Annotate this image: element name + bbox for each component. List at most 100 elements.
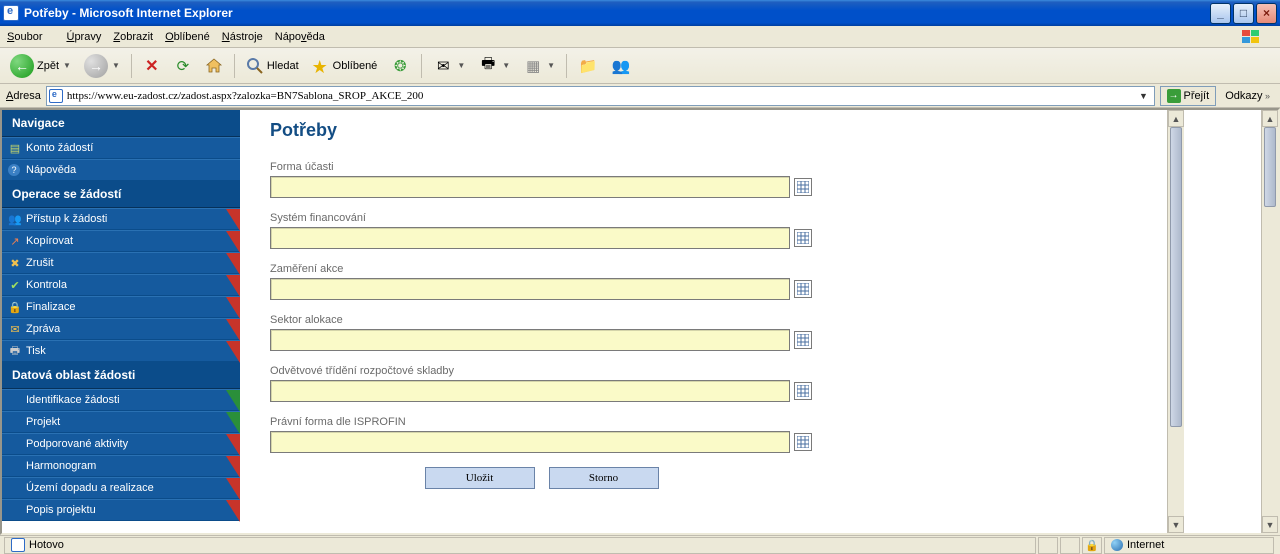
search-button[interactable]: Hledat: [241, 52, 304, 80]
lock-icon: 🔒: [8, 300, 22, 314]
field-system-financovani[interactable]: [270, 227, 790, 249]
field-pravni-forma[interactable]: [270, 431, 790, 453]
outer-vertical-scrollbar[interactable]: ▲ ▼: [1261, 110, 1278, 533]
scroll-up-icon[interactable]: ▲: [1262, 110, 1278, 127]
sidebar-item-label: Přístup k žádosti: [26, 213, 107, 225]
status-text: Hotovo: [29, 539, 64, 551]
page-icon: [49, 89, 63, 103]
edit-button[interactable]: ▦ ▼: [518, 52, 560, 80]
grid-icon: [797, 283, 809, 295]
history-button[interactable]: ❂: [385, 52, 415, 80]
menu-oblibene[interactable]: Oblíbené: [165, 31, 210, 43]
scroll-thumb[interactable]: [1170, 127, 1182, 427]
maximize-button[interactable]: □: [1233, 3, 1254, 24]
sidebar-item-zrusit[interactable]: ✖ Zrušit: [2, 252, 240, 274]
sidebar-item-label: Území dopadu a realizace: [26, 482, 154, 494]
minimize-button[interactable]: _: [1210, 3, 1231, 24]
sidebar-item-label: Identifikace žádosti: [26, 394, 120, 406]
picker-button[interactable]: [794, 433, 812, 451]
field-label-zamereni-akce: Zaměření akce: [270, 263, 1137, 275]
picker-button[interactable]: [794, 229, 812, 247]
window-title: Potřeby - Microsoft Internet Explorer: [24, 6, 1210, 20]
field-sektor-alokace[interactable]: [270, 329, 790, 351]
menu-nastroje[interactable]: Nástroje: [222, 31, 263, 43]
sidebar-item-napoveda[interactable]: ? Nápověda: [2, 159, 240, 181]
address-dropdown-icon[interactable]: ▼: [1136, 91, 1152, 101]
sidebar-item-pristup[interactable]: 👥 Přístup k žádosti: [2, 208, 240, 230]
mail-icon: ✉: [433, 56, 453, 76]
sidebar-item-label: Projekt: [26, 416, 60, 428]
menu-zobrazit[interactable]: Zobrazit: [113, 31, 153, 43]
status-pane-lock: 🔒: [1082, 537, 1102, 554]
scroll-thumb[interactable]: [1264, 127, 1276, 207]
menu-bar: Soubor Úpravy Zobrazit Oblíbené Nástroje…: [0, 26, 1280, 48]
menu-soubor[interactable]: Soubor: [7, 31, 54, 43]
stop-button[interactable]: ✕: [138, 52, 166, 80]
go-label: Přejít: [1184, 90, 1210, 102]
picker-button[interactable]: [794, 331, 812, 349]
print-icon: 🖶: [478, 56, 498, 76]
forward-button[interactable]: → ▼: [79, 52, 125, 80]
back-button[interactable]: ← Zpět ▼: [5, 52, 76, 80]
sidebar-item-popis[interactable]: Popis projektu: [2, 499, 240, 521]
field-label-pravni-forma: Právní forma dle ISPROFIN: [270, 416, 1137, 428]
address-input[interactable]: [67, 90, 1136, 102]
help-icon: ?: [8, 164, 20, 176]
sidebar-item-label: Kopírovat: [26, 235, 73, 247]
sidebar-item-projekt[interactable]: Projekt: [2, 411, 240, 433]
field-zamereni-akce[interactable]: [270, 278, 790, 300]
scroll-up-icon[interactable]: ▲: [1168, 110, 1184, 127]
picker-button[interactable]: [794, 178, 812, 196]
page-icon: [11, 538, 25, 552]
back-arrow-icon: ←: [10, 54, 34, 78]
print-button[interactable]: 🖶 ▼: [473, 52, 515, 80]
people-icon: 👥: [8, 212, 22, 226]
scroll-down-icon[interactable]: ▼: [1262, 516, 1278, 533]
scroll-down-icon[interactable]: ▼: [1168, 516, 1184, 533]
picker-button[interactable]: [794, 382, 812, 400]
lock-icon: 🔒: [1085, 539, 1099, 552]
menu-upravy[interactable]: Úpravy: [66, 31, 101, 43]
refresh-button[interactable]: ⟳: [169, 52, 197, 80]
star-icon: ★: [312, 57, 330, 75]
save-button[interactable]: Uložit: [425, 467, 535, 489]
favorites-button[interactable]: ★ Oblíbené: [307, 52, 383, 80]
grid-icon: [797, 436, 809, 448]
globe-icon: [1111, 539, 1123, 551]
sidebar-item-kopirovat[interactable]: ↗ Kopírovat: [2, 230, 240, 252]
field-odvetvove-trideni[interactable]: [270, 380, 790, 402]
sidebar: Navigace ▤ Konto žádostí ? Nápověda Oper…: [2, 110, 240, 533]
picker-button[interactable]: [794, 280, 812, 298]
inner-vertical-scrollbar[interactable]: ▲ ▼: [1167, 110, 1184, 533]
field-forma-ucasti[interactable]: [270, 176, 790, 198]
folder-button[interactable]: 📁: [573, 52, 603, 80]
mail-button[interactable]: ✉ ▼: [428, 52, 470, 80]
home-icon: [205, 57, 223, 75]
go-arrow-icon: →: [1167, 89, 1181, 103]
menu-napoveda[interactable]: Nápověda: [275, 31, 325, 43]
sidebar-item-label: Finalizace: [26, 301, 76, 313]
go-button[interactable]: → Přejít: [1160, 86, 1217, 106]
cancel-button[interactable]: Storno: [549, 467, 659, 489]
sidebar-item-podporovane[interactable]: Podporované aktivity: [2, 433, 240, 455]
sidebar-item-kontrola[interactable]: ✔ Kontrola: [2, 274, 240, 296]
home-button[interactable]: [200, 52, 228, 80]
sidebar-item-harmonogram[interactable]: Harmonogram: [2, 455, 240, 477]
field-label-forma-ucasti: Forma účasti: [270, 161, 1137, 173]
sidebar-item-label: Nápověda: [26, 164, 76, 176]
sidebar-item-finalizace[interactable]: 🔒 Finalizace: [2, 296, 240, 318]
sidebar-item-zprava[interactable]: ✉ Zpráva: [2, 318, 240, 340]
windows-flag-icon: [1241, 29, 1261, 45]
messenger-button[interactable]: 👥: [606, 52, 636, 80]
page-body: Navigace ▤ Konto žádostí ? Nápověda Oper…: [2, 110, 1167, 533]
address-field-wrap[interactable]: ▼: [46, 86, 1155, 106]
sidebar-item-tisk[interactable]: 🖶 Tisk: [2, 340, 240, 362]
address-bar: Adresa ▼ → Přejít Odkazy: [0, 84, 1280, 108]
close-button[interactable]: ×: [1256, 3, 1277, 24]
sidebar-item-uzemi[interactable]: Území dopadu a realizace: [2, 477, 240, 499]
sidebar-item-label: Zpráva: [26, 323, 60, 335]
search-icon: [246, 57, 264, 75]
sidebar-item-identifikace[interactable]: Identifikace žádosti: [2, 389, 240, 411]
links-button[interactable]: Odkazy: [1221, 90, 1274, 102]
sidebar-item-konto-zadosti[interactable]: ▤ Konto žádostí: [2, 137, 240, 159]
